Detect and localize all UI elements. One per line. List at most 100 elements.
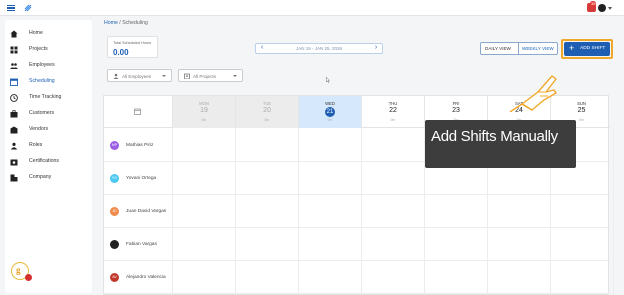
sidebar-item-label: Roles xyxy=(29,142,43,148)
sidebar-item-label: Time Tracking xyxy=(29,94,62,100)
top-bar: 35 xyxy=(0,0,624,16)
day-number: 19 xyxy=(173,107,235,114)
day-name: TUE xyxy=(262,101,272,106)
mouse-cursor-icon xyxy=(326,77,330,83)
sidebar-item-vendors[interactable]: Vendors xyxy=(5,124,92,136)
daily-view-button[interactable]: DAILY VIEW xyxy=(485,46,511,51)
avatar: AV xyxy=(110,273,119,282)
projects-filter[interactable]: All Projects xyxy=(178,69,243,82)
employee-name[interactable]: Alejandro Valencia xyxy=(126,275,166,280)
day-name: SUN xyxy=(577,101,586,106)
day-name: WED xyxy=(325,101,335,106)
day-header-thu[interactable]: THU 22 0hr xyxy=(361,96,424,128)
weekly-view-button[interactable]: WEEKLY VIEW xyxy=(522,46,554,51)
vendors-icon xyxy=(10,126,18,134)
view-divider xyxy=(518,43,519,54)
previous-week-button[interactable]: ‹ xyxy=(257,44,267,53)
menu-icon[interactable] xyxy=(7,5,15,11)
support-logo-glyph: g xyxy=(16,265,21,275)
table-row[interactable]: JD Juan David Vargas xyxy=(104,195,610,228)
sidebar-item-customers[interactable]: Customers xyxy=(5,108,92,120)
day-hours: 0hr xyxy=(264,118,270,122)
roles-icon xyxy=(10,142,18,150)
employees-icon xyxy=(10,63,18,69)
total-hours-value: 0.00 xyxy=(113,48,129,57)
date-range-label[interactable]: JAN 19 - JAN 25, 2026 xyxy=(270,46,368,51)
chevron-down-icon xyxy=(233,75,237,77)
employee-name[interactable]: Fabian Vargas xyxy=(126,242,157,247)
building-icon xyxy=(184,73,190,79)
add-shift-label: ADD SHIFT xyxy=(580,46,606,51)
tooltip-text: Add Shifts Manually xyxy=(431,128,558,145)
sidebar-item-home[interactable]: Home xyxy=(5,28,92,40)
today-indicator: 21 xyxy=(325,107,335,117)
sidebar-item-projects[interactable]: Projects xyxy=(5,44,92,56)
sidebar-item-certifications[interactable]: Certifications xyxy=(5,156,92,168)
day-number-text: 22 xyxy=(389,107,397,114)
grid-divider xyxy=(613,128,614,295)
total-hours-label: Total Scheduled Hours xyxy=(113,41,152,45)
day-number-text: 19 xyxy=(200,107,208,114)
sidebar-item-company[interactable]: Company xyxy=(5,172,92,184)
sidebar: Home Projects Employees Scheduling Time Trac… xyxy=(5,20,92,293)
sidebar-item-roles[interactable]: Roles xyxy=(5,140,92,152)
breadcrumb-current: Scheduling xyxy=(122,20,148,26)
breadcrumb-home[interactable]: Home xyxy=(104,20,118,26)
sidebar-item-label: Vendors xyxy=(29,126,49,132)
sidebar-item-scheduling[interactable]: Scheduling xyxy=(5,76,92,88)
day-number-text: 20 xyxy=(263,107,271,114)
chevron-down-icon[interactable] xyxy=(608,7,612,10)
avatar: MP xyxy=(110,141,119,150)
sidebar-item-time-tracking[interactable]: Time Tracking xyxy=(5,92,92,104)
table-row[interactable]: Fabian Vargas xyxy=(104,228,610,261)
user-avatar[interactable] xyxy=(598,4,606,12)
day-header-mon[interactable]: MON 19 0hr xyxy=(172,96,235,128)
day-hours: 0hr xyxy=(201,118,207,122)
day-hours: 0hr xyxy=(390,118,396,122)
sidebar-item-employees[interactable]: Employees xyxy=(5,60,92,72)
clock-icon xyxy=(10,94,18,102)
support-status-dot xyxy=(25,274,32,281)
sidebar-item-label: Scheduling xyxy=(29,78,55,84)
day-number-text: 25 xyxy=(577,107,586,114)
table-row[interactable]: AV Alejandro Valencia xyxy=(104,261,610,294)
next-week-button[interactable]: › xyxy=(371,44,381,53)
day-name: THU xyxy=(388,101,398,106)
calendar-icon xyxy=(10,78,18,86)
pointing-hand-icon xyxy=(509,75,557,112)
day-number: 25 xyxy=(551,107,612,114)
employees-filter[interactable]: All Employees xyxy=(107,69,172,82)
employees-filter-value: All Employees xyxy=(122,73,152,79)
date-range-navigator: ‹ JAN 19 - JAN 25, 2026 › xyxy=(255,43,383,54)
day-number: 23 xyxy=(425,107,487,114)
home-icon xyxy=(10,30,18,38)
day-header-tue[interactable]: TUE 20 0hr xyxy=(235,96,298,128)
app-logo[interactable] xyxy=(24,4,32,12)
company-icon xyxy=(10,174,18,182)
employee-name[interactable]: Yovani Ortega xyxy=(126,176,156,181)
avatar: YO xyxy=(110,174,119,183)
view-toggle: DAILY VIEW WEEKLY VIEW xyxy=(480,42,558,55)
day-hours: 0hr xyxy=(327,118,333,122)
day-number-text: 23 xyxy=(452,107,460,114)
sidebar-item-label: Projects xyxy=(29,46,48,52)
day-number: 20 xyxy=(236,107,298,114)
day-number: 21 xyxy=(299,107,361,117)
employee-name[interactable]: Mathias Piriz xyxy=(126,143,153,148)
avatar xyxy=(110,240,119,249)
breadcrumb-separator: / xyxy=(119,20,121,26)
sidebar-item-label: Company xyxy=(29,174,52,180)
tutorial-tooltip: Add Shifts Manually xyxy=(425,120,576,168)
day-header-wed[interactable]: WED 21 0hr xyxy=(298,96,361,128)
projects-filter-value: All Projects xyxy=(193,73,216,79)
sidebar-item-label: Customers xyxy=(29,110,55,116)
day-name: MON xyxy=(199,101,209,106)
person-icon xyxy=(113,73,119,79)
chevron-down-icon xyxy=(162,75,166,77)
calendar-icon[interactable] xyxy=(134,108,141,115)
avatar: JD xyxy=(110,207,119,216)
employee-name[interactable]: Juan David Vargas xyxy=(126,209,166,214)
add-shift-button[interactable]: + ADD SHIFT xyxy=(564,42,610,56)
projects-icon xyxy=(10,46,18,54)
sidebar-item-label: Certifications xyxy=(29,158,59,164)
